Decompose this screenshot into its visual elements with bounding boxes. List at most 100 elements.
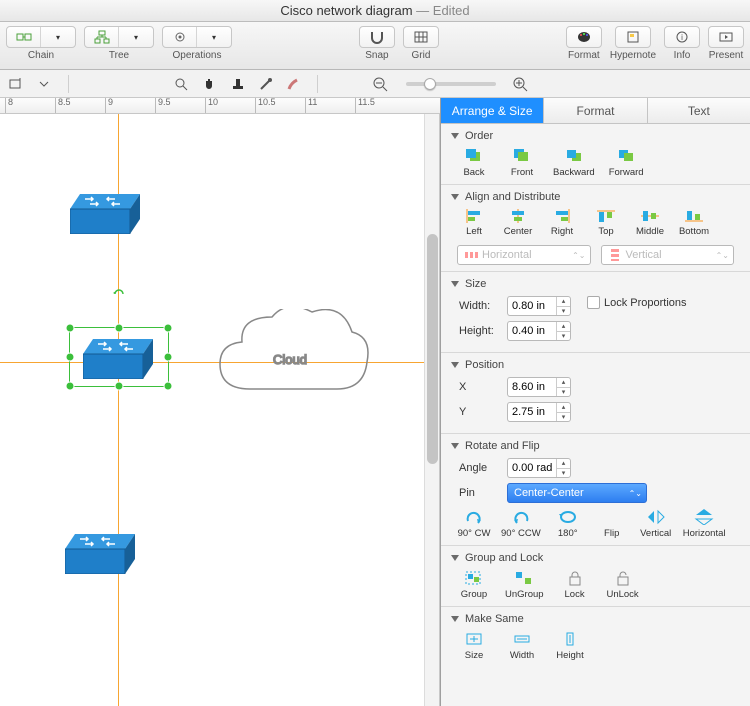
horizontal-ruler: 88.599.51010.51111.5: [0, 98, 440, 114]
chain-button[interactable]: [7, 27, 41, 47]
align-top-icon: [597, 209, 615, 223]
cloud-shape[interactable]: Cloud: [210, 309, 370, 414]
pin-select[interactable]: Center-Center⌃⌄: [507, 483, 647, 503]
same-height-icon: [560, 631, 580, 647]
window-titlebar: Cisco network diagram — Edited: [0, 0, 750, 22]
lock-icon: [565, 570, 585, 586]
palette-icon: [576, 30, 592, 44]
hand-icon[interactable]: [201, 76, 219, 92]
distribute-vertical-select[interactable]: Vertical⌃⌄: [601, 245, 735, 265]
format-toolbar-button[interactable]: [567, 27, 601, 47]
send-backward-button[interactable]: Backward: [553, 148, 595, 178]
rotate-180-button[interactable]: 180°: [551, 509, 585, 539]
grid-button[interactable]: [404, 27, 438, 47]
align-right-icon: [553, 209, 571, 223]
lock-button[interactable]: Lock: [558, 570, 592, 600]
rotate-cw-icon: [464, 509, 484, 525]
info-icon: i: [674, 30, 690, 44]
same-width-icon: [512, 631, 532, 647]
tab-arrange[interactable]: Arrange & Size: [441, 98, 544, 123]
hypernote-button[interactable]: [616, 27, 650, 47]
order-section-title: Order: [451, 130, 740, 142]
make-same-size-button[interactable]: Size: [457, 631, 491, 661]
network-switch-shape[interactable]: [70, 194, 140, 234]
height-input[interactable]: ▴▾: [507, 321, 571, 341]
ungroup-button[interactable]: UnGroup: [505, 570, 544, 600]
paintbrush-icon[interactable]: [285, 76, 303, 92]
operations-button[interactable]: [163, 27, 197, 47]
flip-v-icon: [646, 509, 666, 525]
x-input[interactable]: ▴▾: [507, 377, 571, 397]
flip-h-icon: [694, 509, 714, 525]
main-toolbar: ▾ Chain ▾ Tree ▾ Operations Snap Grid Fo…: [0, 22, 750, 70]
canvas[interactable]: Cloud: [0, 114, 440, 706]
align-middle-icon: [641, 209, 659, 223]
front-icon: [512, 148, 532, 164]
align-bottom-icon: [685, 209, 703, 223]
back-icon: [464, 148, 484, 164]
align-bottom-button[interactable]: Bottom: [677, 209, 711, 237]
distribute-horizontal-select[interactable]: Horizontal⌃⌄: [457, 245, 591, 265]
angle-input[interactable]: ▴▾: [507, 458, 571, 478]
zoom-slider-knob[interactable]: [424, 78, 436, 90]
ungroup-icon: [514, 570, 534, 586]
align-center-icon: [509, 209, 527, 223]
network-switch-shape[interactable]: [65, 534, 135, 574]
document-title: Cisco network diagram: [280, 3, 412, 18]
rotation-handle[interactable]: [113, 286, 125, 300]
align-right-button[interactable]: Right: [545, 209, 579, 237]
grid-icon: [413, 30, 429, 44]
backward-icon: [564, 148, 584, 164]
zoom-in-icon[interactable]: [512, 76, 530, 92]
send-to-back-button[interactable]: Back: [457, 148, 491, 178]
eyedropper-icon[interactable]: [257, 76, 275, 92]
tree-button[interactable]: [85, 27, 119, 47]
crop-icon[interactable]: [8, 76, 26, 92]
cloud-label: Cloud: [273, 352, 307, 367]
rotate-cw-button[interactable]: 90° CW: [457, 509, 491, 539]
tab-text[interactable]: Text: [648, 98, 750, 123]
make-same-height-button[interactable]: Height: [553, 631, 587, 661]
operations-dropdown[interactable]: ▾: [197, 27, 231, 47]
flip-vertical-button[interactable]: Vertical: [639, 509, 673, 539]
tree-icon: [94, 30, 110, 44]
dist-v-icon: [608, 249, 622, 261]
bring-to-front-button[interactable]: Front: [505, 148, 539, 178]
rotate-ccw-button[interactable]: 90° CCW: [501, 509, 541, 539]
align-top-button[interactable]: Top: [589, 209, 623, 237]
magnifier-icon[interactable]: [173, 76, 191, 92]
make-same-width-button[interactable]: Width: [505, 631, 539, 661]
bring-forward-button[interactable]: Forward: [609, 148, 644, 178]
chain-icon: [16, 30, 32, 44]
tab-format[interactable]: Format: [544, 98, 647, 123]
stamp-icon[interactable]: [229, 76, 247, 92]
unlock-button[interactable]: UnLock: [606, 570, 640, 600]
rotate-ccw-icon: [511, 509, 531, 525]
snap-button[interactable]: [360, 27, 394, 47]
group-icon: [464, 570, 484, 586]
flip-horizontal-button[interactable]: Horizontal: [683, 509, 726, 539]
zoom-slider[interactable]: [406, 82, 496, 86]
present-button[interactable]: [709, 27, 743, 47]
info-button[interactable]: i: [665, 27, 699, 47]
align-center-button[interactable]: Center: [501, 209, 535, 237]
selection-box[interactable]: [69, 327, 169, 387]
lock-proportions-checkbox[interactable]: Lock Proportions: [587, 296, 687, 309]
note-icon: [625, 30, 641, 44]
zoom-out-icon[interactable]: [372, 76, 390, 92]
play-icon: [718, 30, 734, 44]
width-input[interactable]: ▴▾: [507, 296, 571, 316]
group-button[interactable]: Group: [457, 570, 491, 600]
y-input[interactable]: ▴▾: [507, 402, 571, 422]
chevron-down-icon[interactable]: [36, 76, 54, 92]
align-left-button[interactable]: Left: [457, 209, 491, 237]
vertical-scrollbar[interactable]: [424, 114, 439, 706]
rotate-180-icon: [558, 509, 578, 525]
panel-tabs: Arrange & Size Format Text: [441, 98, 750, 124]
align-middle-button[interactable]: Middle: [633, 209, 667, 237]
tree-dropdown[interactable]: ▾: [119, 27, 153, 47]
dist-h-icon: [464, 249, 478, 261]
chain-dropdown[interactable]: ▾: [41, 27, 75, 47]
scrollbar-thumb[interactable]: [427, 234, 438, 464]
secondary-toolbar: [0, 70, 750, 98]
